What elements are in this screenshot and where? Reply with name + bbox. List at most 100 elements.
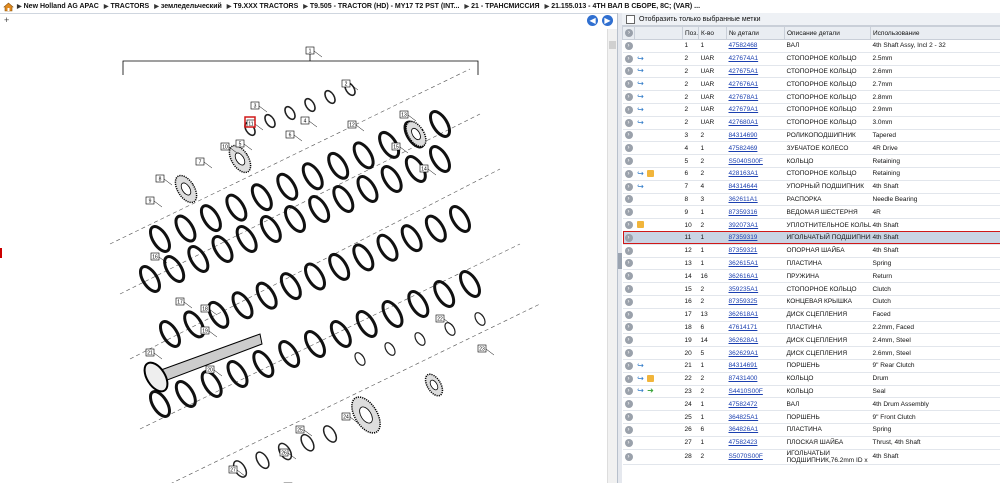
row-part-number[interactable]: S4410S00F — [727, 385, 785, 398]
row-part-number-text[interactable]: 427679A1 — [729, 106, 759, 113]
table-row[interactable]: ›12187359321ОПОРНАЯ ШАЙБА4th Shaft — [623, 244, 1000, 257]
callout-label[interactable]: 17 — [177, 300, 183, 306]
row-part-number[interactable]: 362616A1 — [727, 270, 785, 283]
row-part-number-text[interactable]: 87359316 — [729, 209, 758, 216]
row-select-cell[interactable]: › — [623, 449, 635, 464]
substitute-link-icon[interactable]: ↪ — [637, 55, 645, 63]
row-part-number-text[interactable]: 362616A1 — [729, 273, 759, 280]
row-select-cell[interactable]: › — [623, 129, 635, 142]
row-part-number-text[interactable]: 47582472 — [729, 401, 758, 408]
table-row[interactable]: ›↪2UAR427674A1СТОПОРНОЕ КОЛЬЦО2.5mm — [623, 52, 1000, 65]
row-expand-icon[interactable]: › — [625, 131, 633, 139]
row-part-number-text[interactable]: S5040S00F — [729, 158, 763, 165]
table-row[interactable]: ›266364826A1ПЛАСТИНАSpring — [623, 423, 1000, 436]
row-select-cell[interactable]: › — [623, 257, 635, 270]
callout-label[interactable]: 27 — [230, 468, 236, 474]
row-select-cell[interactable]: › — [623, 103, 635, 116]
row-part-number[interactable]: 47582469 — [727, 142, 785, 155]
row-expand-icon[interactable]: › — [625, 144, 633, 152]
row-part-number-text[interactable]: 87431400 — [729, 375, 758, 382]
header-usage[interactable]: Использование — [871, 27, 1000, 40]
table-row[interactable]: ›↪➜232S4410S00FКОЛЬЦОSeal — [623, 385, 1000, 398]
table-row[interactable]: ›205362629A1ДИСК СЦЕПЛЕНИЯ2.6mm, Steel — [623, 347, 1000, 360]
substitute-link-icon[interactable]: ↪ — [637, 67, 645, 75]
row-part-number-text[interactable]: 364826A1 — [729, 426, 759, 433]
callout-label[interactable]: 6 — [289, 133, 292, 139]
row-select-cell[interactable]: › — [623, 270, 635, 283]
row-part-number[interactable]: 359235A1 — [727, 283, 785, 296]
row-part-number[interactable]: 427674A1 — [727, 52, 785, 65]
callout-label[interactable]: 10 — [222, 145, 228, 151]
row-part-number[interactable]: 47582423 — [727, 436, 785, 449]
row-part-number[interactable]: 362618A1 — [727, 308, 785, 321]
row-expand-icon[interactable]: › — [625, 106, 633, 114]
row-part-number[interactable]: 84314691 — [727, 359, 785, 372]
row-expand-icon[interactable]: › — [625, 119, 633, 127]
row-select-cell[interactable]: › — [623, 180, 635, 193]
row-select-cell[interactable]: › — [623, 91, 635, 104]
callout-label[interactable]: 8 — [159, 177, 162, 183]
breadcrumb-item[interactable]: ▶21 - ТРАНСМИССИЯ — [465, 3, 540, 10]
row-part-number-text[interactable]: 362615A1 — [729, 260, 759, 267]
row-part-number[interactable]: 362615A1 — [727, 257, 785, 270]
row-part-number-text[interactable]: S5070S00F — [729, 453, 763, 460]
table-row[interactable]: ›↪2UAR427680A1СТОПОРНОЕ КОЛЬЦО3.0mm — [623, 116, 1000, 129]
exploded-parts-diagram[interactable]: 1234567891011121314151617181920212223242… — [0, 29, 617, 483]
callout-label[interactable]: 4 — [304, 119, 307, 125]
row-select-cell[interactable]: › — [623, 385, 635, 398]
row-expand-icon[interactable]: › — [625, 285, 633, 293]
row-part-number[interactable]: 364825A1 — [727, 411, 785, 424]
callout-label[interactable]: 7 — [199, 160, 202, 166]
row-expand-icon[interactable]: › — [625, 157, 633, 165]
select-all-icon[interactable]: › — [625, 29, 633, 37]
row-part-number-text[interactable]: 47582423 — [729, 439, 758, 446]
row-part-number-text[interactable]: 84314691 — [729, 362, 758, 369]
row-part-number-text[interactable]: 427680A1 — [729, 119, 759, 126]
row-part-number[interactable]: 47614171 — [727, 321, 785, 334]
row-select-cell[interactable]: › — [623, 155, 635, 168]
row-expand-icon[interactable]: › — [625, 183, 633, 191]
callout-label[interactable]: 25 — [297, 428, 303, 434]
row-select-cell[interactable]: › — [623, 308, 635, 321]
row-part-number[interactable]: 87359321 — [727, 244, 785, 257]
callout-label[interactable]: 5 — [239, 142, 242, 148]
row-part-number-text[interactable]: 362618A1 — [729, 311, 759, 318]
row-expand-icon[interactable]: › — [625, 349, 633, 357]
row-expand-icon[interactable]: › — [625, 375, 633, 383]
row-part-number-text[interactable]: 428163A1 — [729, 170, 759, 177]
row-part-number[interactable]: 87431400 — [727, 372, 785, 385]
table-row[interactable]: ›1713362618A1ДИСК СЦЕПЛЕНИЯFaced — [623, 308, 1000, 321]
callout-label[interactable]: 24 — [343, 415, 349, 421]
table-row[interactable]: ›1147582468ВАЛ4th Shaft Assy, Incl 2 - 3… — [623, 40, 1000, 53]
callout-label[interactable]: 16 — [152, 255, 158, 261]
callout-label[interactable]: 1 — [309, 49, 312, 55]
row-select-cell[interactable]: › — [623, 167, 635, 180]
table-row[interactable]: ›52S5040S00FКОЛЬЦОRetaining — [623, 155, 1000, 168]
substitute-link-icon[interactable]: ↪ — [637, 387, 645, 395]
row-part-number[interactable]: 427675A1 — [727, 65, 785, 78]
substitute-link-icon[interactable]: ↪ — [637, 183, 645, 191]
callout-label[interactable]: 21 — [147, 351, 153, 357]
table-row[interactable]: ›11187359319ИГОЛЬЧАТЫЙ ПОДШИПНИК4th Shaf… — [623, 231, 1000, 244]
table-row[interactable]: ›1416362616A1ПРУЖИНАReturn — [623, 270, 1000, 283]
row-part-number-text[interactable]: 47582469 — [729, 145, 758, 152]
row-expand-icon[interactable]: › — [625, 453, 633, 461]
row-part-number[interactable]: S5040S00F — [727, 155, 785, 168]
row-select-cell[interactable]: › — [623, 231, 635, 244]
row-part-number[interactable]: S5070S00F — [727, 449, 785, 464]
table-row[interactable]: ›↪2UAR427675A1СТОПОРНОЕ КОЛЬЦО2.6mm — [623, 65, 1000, 78]
row-part-number-text[interactable]: S4410S00F — [729, 388, 763, 395]
row-select-cell[interactable]: › — [623, 142, 635, 155]
breadcrumb-item[interactable]: ▶земледельческий — [154, 3, 222, 10]
callout-label[interactable]: 12 — [349, 123, 355, 129]
substitute-link-icon[interactable]: ↪ — [637, 170, 645, 178]
callout-label[interactable]: 2 — [345, 82, 348, 88]
diagram-scrollbar[interactable] — [607, 29, 617, 483]
callout-label[interactable]: 22 — [437, 317, 443, 323]
row-select-cell[interactable]: › — [623, 244, 635, 257]
row-expand-icon[interactable]: › — [625, 272, 633, 280]
row-expand-icon[interactable]: › — [625, 208, 633, 216]
row-part-number[interactable]: 84314644 — [727, 180, 785, 193]
row-expand-icon[interactable]: › — [625, 259, 633, 267]
home-icon[interactable] — [2, 1, 14, 12]
